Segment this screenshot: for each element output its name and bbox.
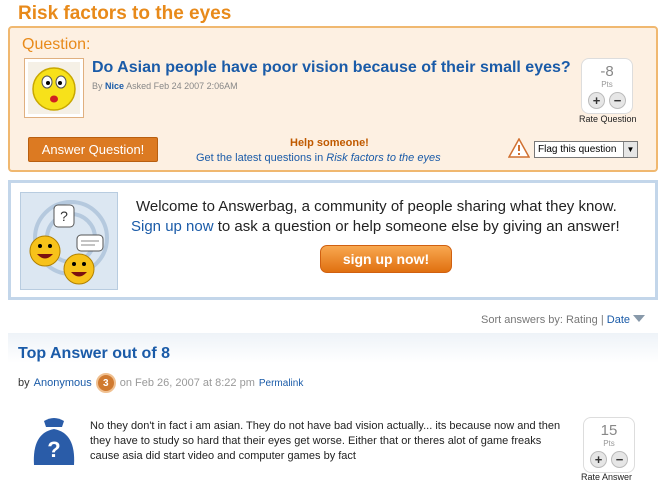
sign-up-button[interactable]: sign up now! [320,245,452,273]
community-smileys-icon: ? [20,192,118,290]
question-label: Question: [22,36,91,53]
welcome-signup-line: Sign up now to ask a question or help so… [131,218,620,235]
svg-text:?: ? [47,437,60,462]
help-sub-prefix: Get the latest questions in [196,152,324,164]
sort-rating-link[interactable]: Rating [566,314,598,326]
question-text[interactable]: Do Asian people have poor vision because… [92,59,571,77]
question-meta: By Nice Asked Feb 24 2007 2:06AM [92,81,238,91]
permalink-link[interactable]: Permalink [259,378,303,389]
svg-text:?: ? [60,208,68,224]
level-badge: 3 [95,373,116,393]
sort-controls: Sort answers by: Rating | Date [481,314,646,326]
question-points-unit: Pts [601,80,613,89]
plus-icon[interactable]: + [590,451,607,468]
answer-question-button[interactable]: Answer Question! [28,137,158,162]
help-latest-link[interactable]: Get the latest questions in Risk factors… [196,152,441,164]
question-author-link[interactable]: Nice [105,81,124,91]
answers-section: Top Answer out of 8 by Anonymous 3 on Fe… [8,333,658,487]
answer-text: No they don't in fact i am asian. They d… [90,420,561,462]
flag-question-select[interactable]: Flag this question ▼ [534,141,638,158]
answer-points: 15 [600,422,618,439]
rate-answer-label: Rate Answer [581,472,633,482]
answer-author-link[interactable]: Anonymous [34,377,92,389]
answer-by: by [18,377,30,389]
help-sub-category: Risk factors to the eyes [326,152,441,164]
sort-separator: | [600,314,604,326]
welcome-text: Welcome to Answerbag, a community of peo… [136,198,617,215]
help-title: Help someone! [290,137,369,149]
question-points: -8 [600,63,614,80]
sort-date-link[interactable]: Date [607,314,630,326]
minus-icon[interactable]: − [611,451,628,468]
question-panel: Question: Do Asian people have poor visi… [8,26,658,172]
chevron-down-icon[interactable] [633,314,646,326]
answer-meta: by Anonymous 3 on Feb 26, 2007 at 8:22 p… [18,373,303,393]
answer-rating-box: 15 Pts + − [583,417,635,473]
welcome-line2-rest: to ask a question or help someone else b… [213,218,620,235]
question-asked-date: Asked Feb 24 2007 2:06AM [126,81,238,91]
chevron-down-icon: ▼ [623,142,637,157]
question-avatar[interactable] [24,58,84,118]
minus-icon[interactable]: − [609,92,626,109]
question-rating-box: -8 Pts + − [581,58,633,114]
sign-up-link[interactable]: Sign up now [131,218,214,235]
top-answer-title: Top Answer out of 8 [18,345,170,362]
welcome-panel: ? Welcome to Answerbag, a community of p… [8,180,658,300]
page-title: Risk factors to the eyes [18,3,232,24]
rate-question-label: Rate Question [579,114,637,124]
plus-icon[interactable]: + [588,92,605,109]
sort-label: Sort answers by: [481,314,563,326]
warning-triangle-icon [507,137,531,163]
answer-date: on Feb 26, 2007 at 8:22 pm [119,377,255,389]
smiley-face-icon [28,62,80,114]
meta-prefix: By [92,81,103,91]
flag-select-value: Flag this question [538,144,617,155]
anonymous-user-icon: ? [30,415,78,472]
answer-points-unit: Pts [603,439,615,448]
